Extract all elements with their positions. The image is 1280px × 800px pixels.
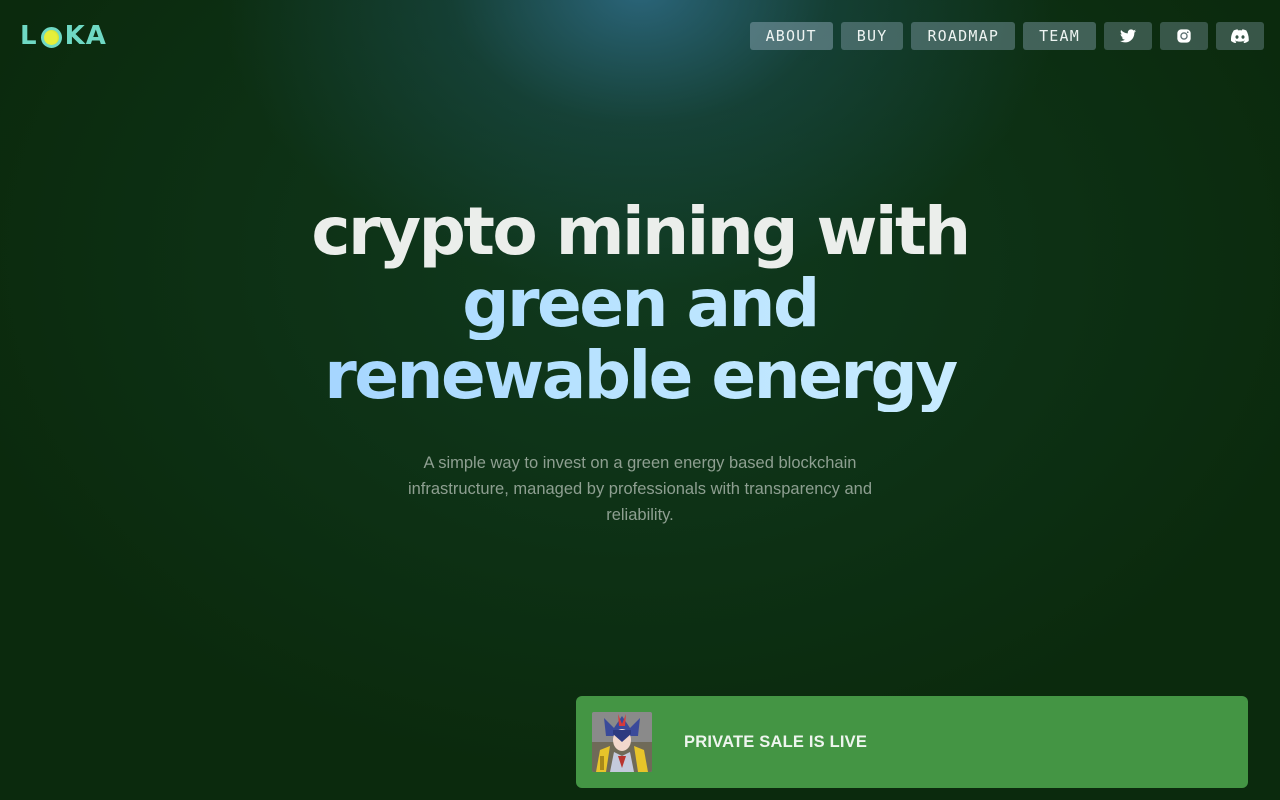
logo-dot-icon [40,26,62,48]
discord-button[interactable] [1216,22,1264,50]
nav-team-button[interactable]: TEAM [1023,22,1096,50]
discord-icon [1231,29,1249,43]
nav-roadmap-button[interactable]: ROADMAP [911,22,1016,50]
private-sale-label: PRIVATE SALE IS LIVE [684,732,868,751]
sale-artwork-thumbnail [592,712,652,772]
private-sale-banner[interactable]: PRIVATE SALE IS LIVE [576,696,1248,788]
logo-letters-ka: KA [64,21,107,51]
hero-heading-line-2: green and [0,268,1280,340]
twitter-button[interactable] [1104,22,1152,50]
logo-letter-l: L [20,21,38,51]
twitter-icon [1120,29,1136,43]
instagram-icon [1177,29,1191,43]
loka-logo[interactable]: L KA [20,21,107,51]
hero-subtitle: A simple way to invest on a green energy… [407,454,873,524]
hero-heading-line-3: renewable energy [0,340,1280,412]
anime-character-image [592,712,652,772]
hero-section: crypto mining with green and renewable e… [0,196,1280,412]
hero-heading-line-1: crypto mining with [311,193,971,270]
instagram-button[interactable] [1160,22,1208,50]
nav-buy-button[interactable]: BUY [840,22,904,50]
nav-about-button[interactable]: ABOUT [749,22,833,50]
top-navigation: ABOUT BUY ROADMAP TEAM [749,22,1264,50]
